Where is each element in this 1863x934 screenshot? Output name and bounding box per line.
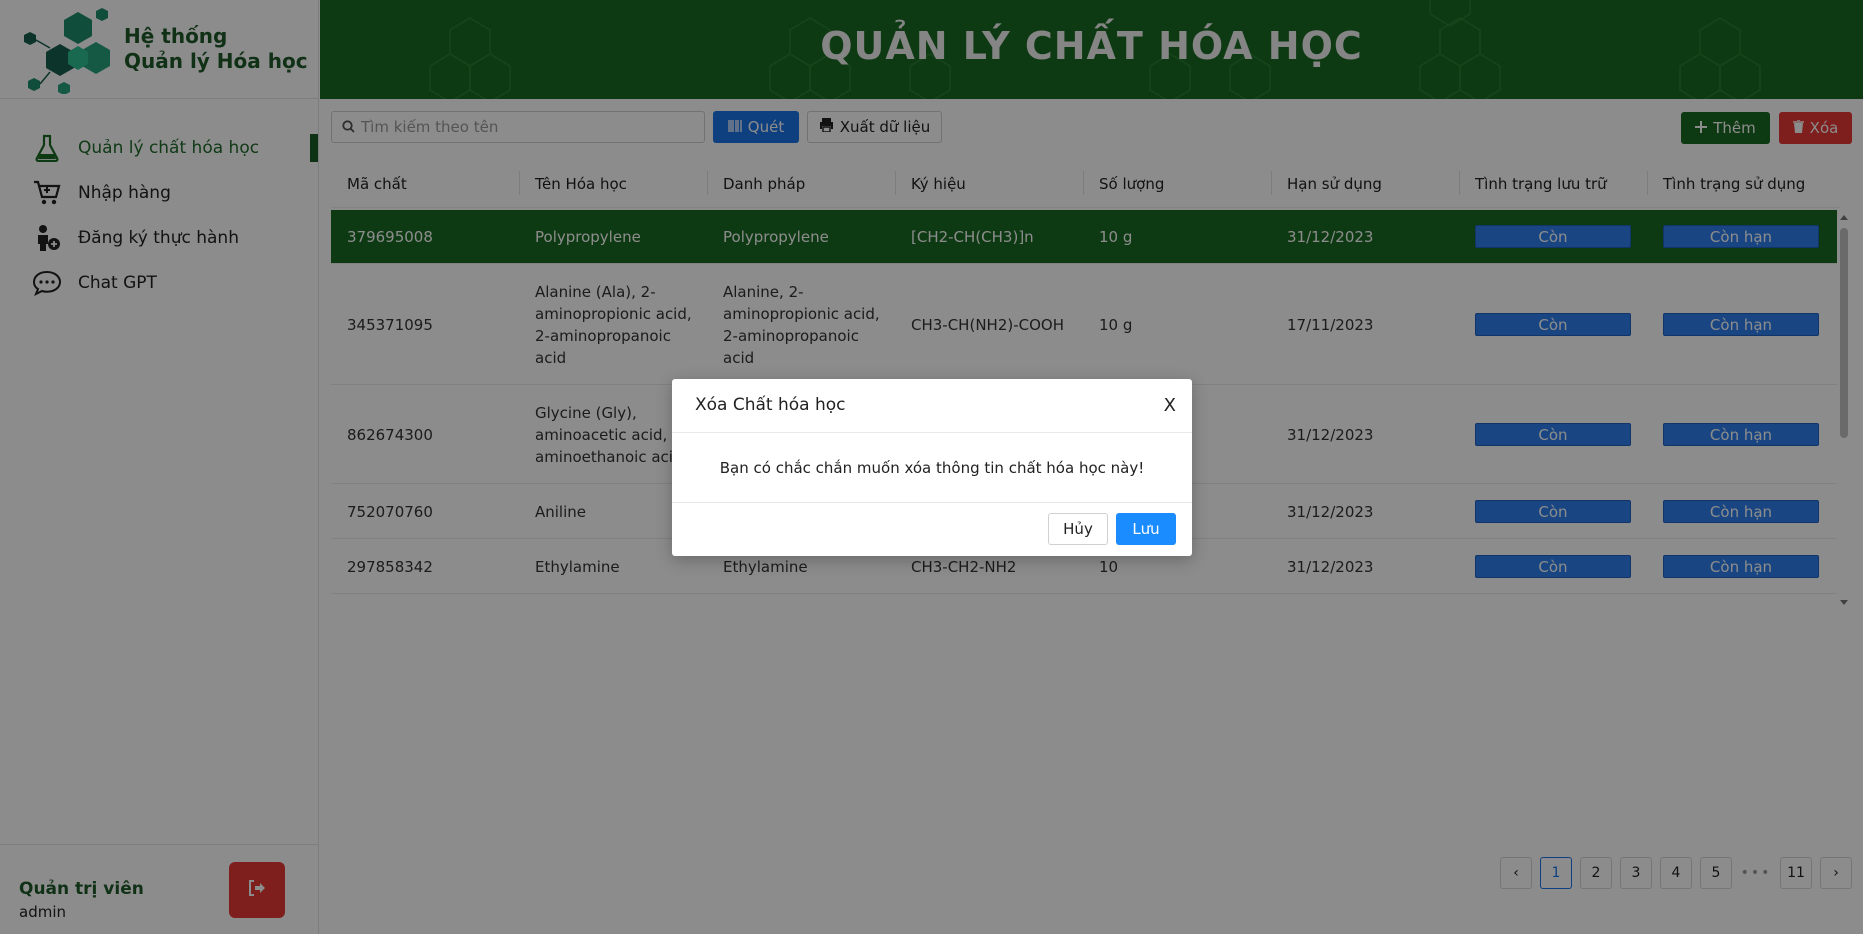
dialog-footer: Hủy Lưu [672,503,1192,555]
dialog-header: Xóa Chất hóa học X [672,379,1192,433]
save-button[interactable]: Lưu [1116,513,1176,545]
delete-confirm-dialog: Xóa Chất hóa học X Bạn có chắc chắn muốn… [672,379,1192,556]
cancel-button[interactable]: Hủy [1048,513,1108,545]
dialog-message: Bạn có chắc chắn muốn xóa thông tin chất… [672,433,1192,503]
close-icon[interactable]: X [1164,395,1176,416]
dialog-title: Xóa Chất hóa học [695,395,846,415]
